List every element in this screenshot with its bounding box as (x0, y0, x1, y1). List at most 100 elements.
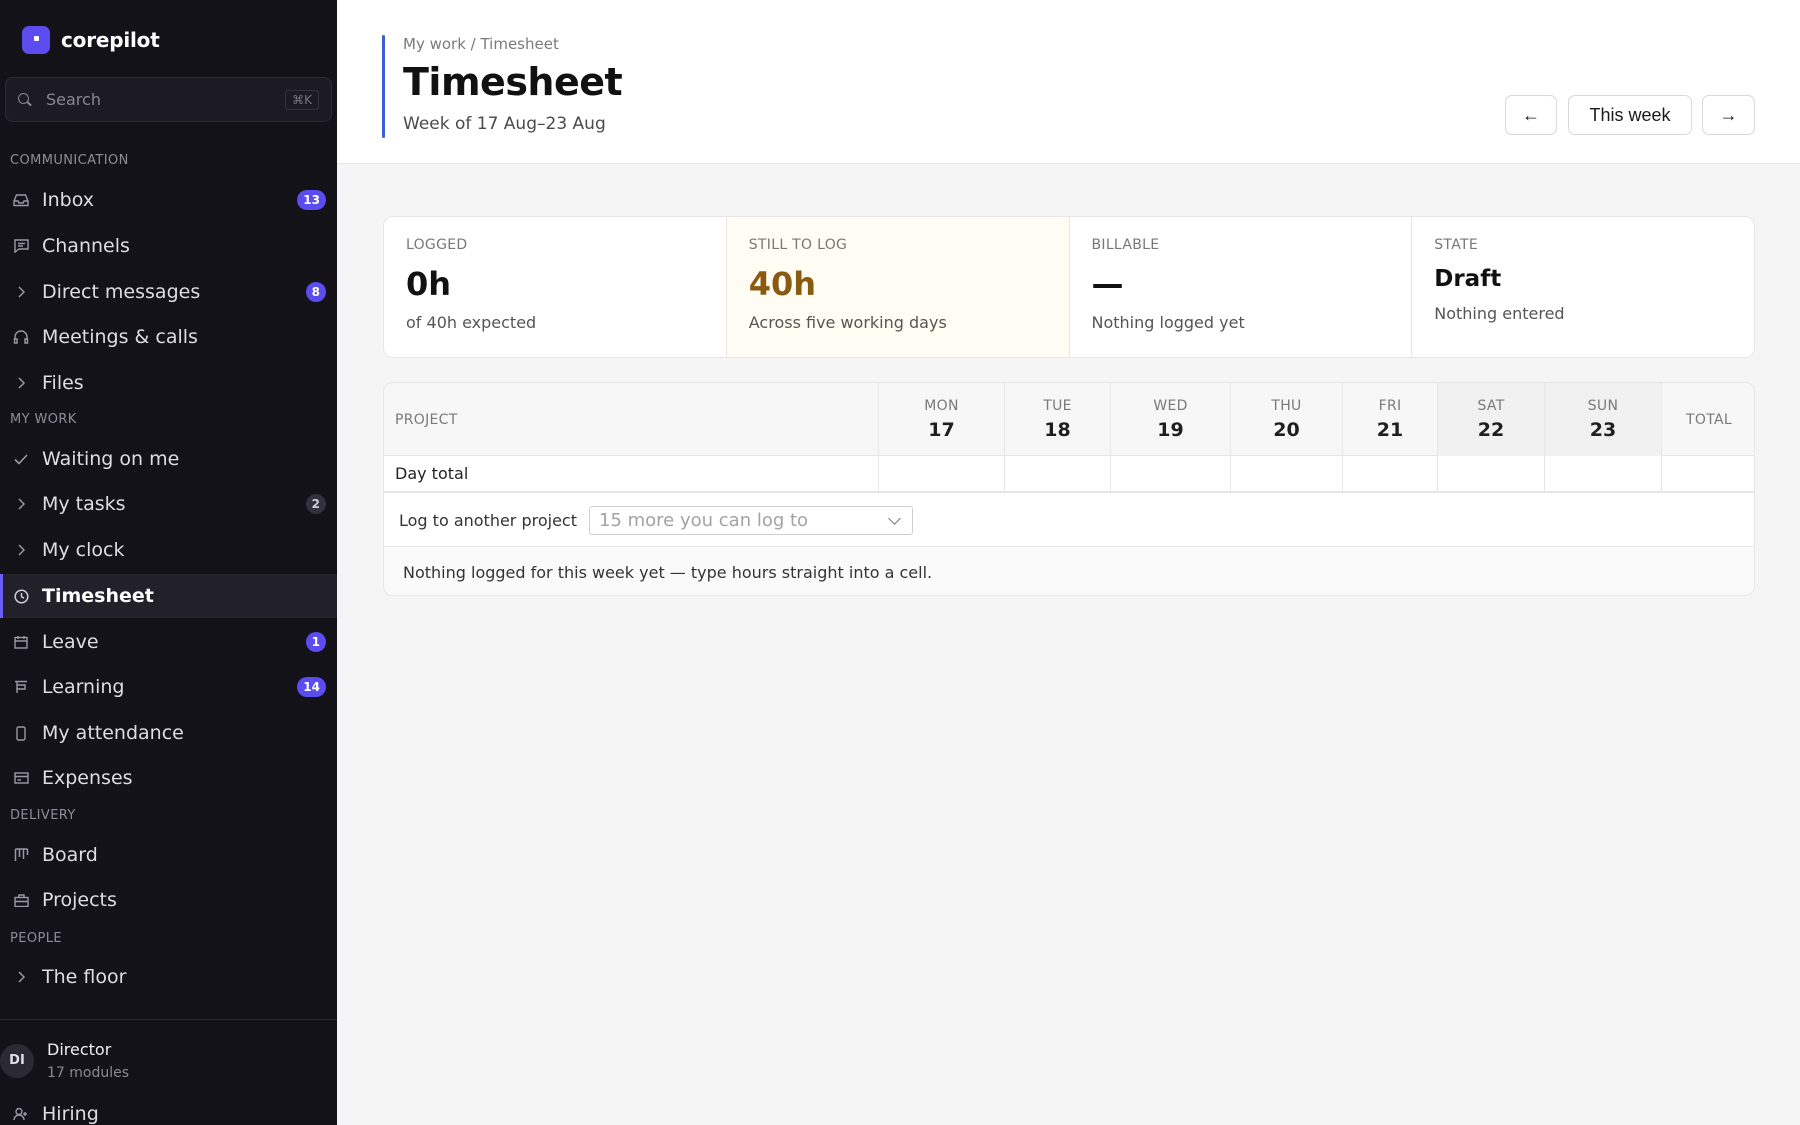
project-select[interactable]: 15 more you can log to (589, 506, 913, 535)
brand[interactable]: corepilot (22, 26, 160, 54)
kanban-icon (12, 848, 30, 862)
stat-logged: LOGGED 0h of 40h expected (384, 217, 727, 357)
page-header: My work / Timesheet Timesheet Week of 17… (337, 0, 1800, 164)
chevron-down-icon (888, 511, 901, 525)
sidebar-item-label: Timesheet (42, 585, 154, 607)
sidebar-item-label: Waiting on me (42, 448, 180, 470)
column-header-label: TOTAL (1686, 411, 1732, 428)
sidebar-item-label: Board (42, 844, 98, 866)
check-icon (12, 453, 30, 465)
sidebar-item-timesheet[interactable]: Timesheet (0, 574, 337, 618)
column-tue: TUE 18 (1004, 383, 1110, 456)
column-fri: FRI 21 (1342, 383, 1437, 456)
sidebar-item-channels[interactable]: Channels (0, 224, 337, 268)
stat-label: STATE (1434, 237, 1478, 253)
stat-note: Nothing entered (1434, 304, 1565, 323)
sidebar-item-label: Files (42, 372, 84, 394)
user-add-icon (12, 1107, 30, 1121)
day-total-cell (1544, 456, 1661, 491)
column-day: FRI (1378, 398, 1402, 414)
previous-week-button[interactable]: ← (1505, 95, 1557, 135)
column-thu: THU 20 (1230, 383, 1342, 456)
sidebar-item-waiting-on-me[interactable]: Waiting on me (0, 437, 337, 481)
sidebar-item-expenses[interactable]: Expenses (0, 756, 337, 800)
stat-value: 40h (748, 265, 817, 303)
stat-label: BILLABLE (1091, 237, 1160, 253)
sidebar-item-meetings[interactable]: Meetings & calls (0, 315, 337, 359)
log-project-label: Log to another project (399, 511, 577, 530)
sidebar-item-label: My tasks (42, 493, 126, 515)
section-delivery: DELIVERY (10, 808, 76, 823)
sidebar-item-label: My attendance (42, 722, 184, 744)
day-total-label: Day total (395, 464, 469, 483)
clock-icon (12, 588, 30, 604)
page-title: Timesheet (403, 60, 623, 104)
day-total-cell (1004, 456, 1110, 491)
sidebar-item-my-clock[interactable]: My clock (0, 528, 337, 572)
day-total-row: Day total (384, 456, 1754, 493)
header-accent-bar (382, 35, 385, 138)
column-day: MON (924, 398, 959, 414)
calendar-icon (12, 635, 30, 649)
column-sun: SUN 23 (1544, 383, 1661, 456)
sidebar-item-board[interactable]: Board (0, 833, 337, 877)
sidebar-item-files[interactable]: Files (0, 361, 337, 405)
column-total: TOTAL (1661, 383, 1754, 456)
chevron-right-icon (12, 377, 30, 389)
next-week-button[interactable]: → (1702, 95, 1755, 135)
section-people: PEOPLE (10, 931, 62, 946)
sidebar-item-my-tasks[interactable]: My tasks 2 (0, 482, 337, 526)
avatar: DI (0, 1043, 34, 1078)
stat-billable: BILLABLE — Nothing logged yet (1070, 217, 1413, 357)
column-mon: MON 17 (878, 383, 1004, 456)
column-sat: SAT 22 (1437, 383, 1544, 456)
day-total-cell (1230, 456, 1342, 491)
page-subtitle: Week of 17 Aug–23 Aug (403, 114, 606, 134)
sidebar-item-label: Inbox (42, 189, 94, 211)
sidebar-item-the-floor[interactable]: The floor (0, 955, 337, 999)
project-select-value: 15 more you can log to (599, 510, 809, 531)
column-date: 23 (1589, 419, 1617, 441)
sidebar: corepilot Search ⌘K COMMUNICATION Inbox … (0, 0, 337, 1125)
sidebar-item-label: Expenses (42, 767, 133, 789)
sidebar-item-leave[interactable]: Leave 1 (0, 620, 337, 664)
breadcrumb[interactable]: My work / Timesheet (403, 35, 559, 53)
board-icon (12, 680, 30, 694)
sidebar-item-projects[interactable]: Projects (0, 878, 337, 922)
column-project: PROJECT (384, 383, 878, 456)
stat-value: — (1091, 265, 1124, 303)
week-total-cell (1661, 456, 1754, 491)
column-day: TUE (1043, 398, 1072, 414)
sidebar-item-label: Channels (42, 235, 130, 257)
sidebar-item-hiring[interactable]: Hiring (0, 1092, 337, 1125)
log-project-row: Log to another project 15 more you can l… (384, 495, 1754, 547)
chevron-right-icon (12, 971, 30, 983)
sidebar-item-label: The floor (42, 966, 127, 988)
this-week-button[interactable]: This week (1568, 95, 1692, 135)
user-modules: 17 modules (47, 1065, 130, 1081)
day-total-cell (1110, 456, 1230, 491)
column-header-label: PROJECT (395, 411, 458, 428)
user-profile[interactable]: DI Director 17 modules (0, 1040, 129, 1081)
chevron-right-icon (12, 544, 30, 556)
chevron-right-icon (12, 286, 30, 298)
column-day: SUN (1587, 398, 1619, 414)
sidebar-item-direct-messages[interactable]: Direct messages 8 (0, 270, 337, 314)
my-tasks-badge: 2 (305, 494, 326, 514)
search-placeholder: Search (46, 90, 101, 109)
sidebar-item-learning[interactable]: Learning 14 (0, 665, 337, 709)
learning-badge: 14 (297, 677, 326, 697)
column-day: WED (1153, 398, 1188, 414)
timesheet-table: PROJECT MON 17 TUE 18 WED 19 THU 20 FRI … (383, 382, 1755, 596)
section-communication: COMMUNICATION (10, 153, 129, 168)
section-my-work: MY WORK (10, 412, 77, 427)
headset-icon (12, 330, 30, 344)
user-name: Director (47, 1040, 112, 1059)
search-input[interactable]: Search ⌘K (5, 77, 332, 122)
sidebar-item-inbox[interactable]: Inbox 13 (0, 178, 337, 222)
inbox-icon (12, 193, 30, 207)
stat-note: Nothing logged yet (1091, 313, 1245, 332)
status-badge: Draft (1434, 266, 1502, 292)
sidebar-item-my-attendance[interactable]: My attendance (0, 711, 337, 755)
brand-name: corepilot (61, 28, 160, 52)
